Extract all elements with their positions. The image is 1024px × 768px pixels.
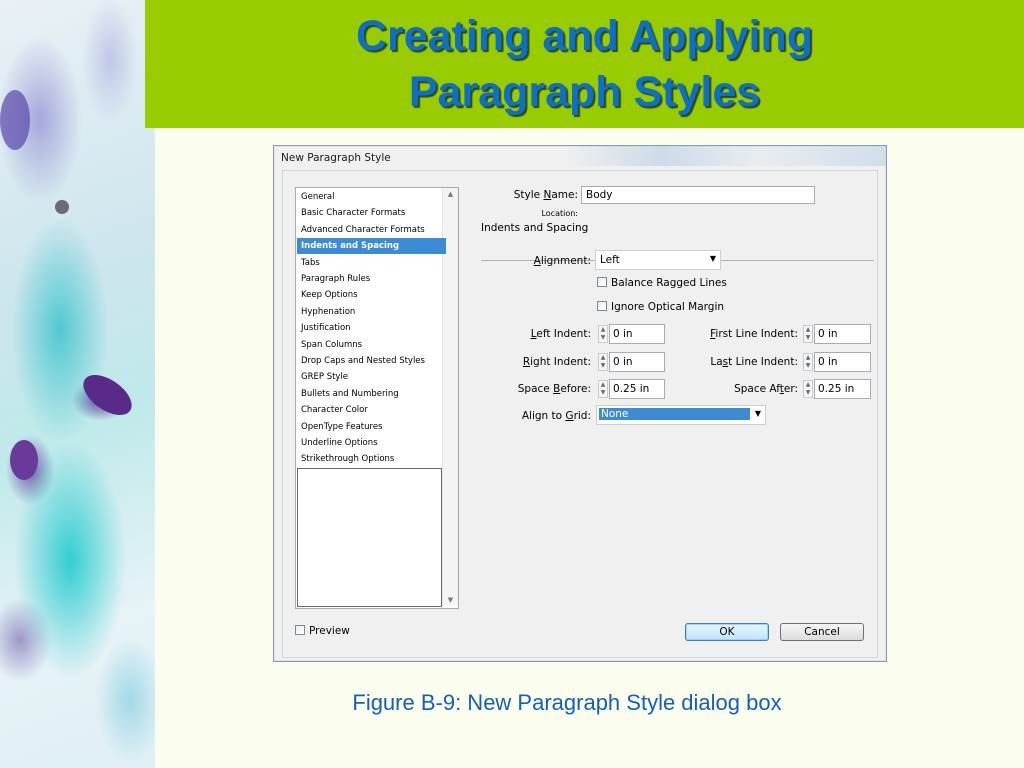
- category-item[interactable]: Strikethrough Options: [297, 451, 446, 467]
- window-title-bar-gradient: [564, 146, 886, 166]
- new-paragraph-style-dialog: New Paragraph Style ▲ ▼ General Basic Cha…: [273, 145, 887, 662]
- right-indent-label: Right Indent:: [522, 356, 591, 368]
- category-item[interactable]: Paragraph Rules: [297, 271, 446, 287]
- ok-button[interactable]: OK: [685, 623, 769, 641]
- paint-dot: [55, 200, 69, 214]
- preview-checkbox[interactable]: [295, 625, 305, 635]
- style-name-input[interactable]: Body: [581, 186, 815, 204]
- category-item[interactable]: Keep Options: [297, 287, 446, 303]
- category-list[interactable]: ▲ ▼ General Basic Character Formats Advanc…: [295, 187, 459, 609]
- balance-ragged-lines-label: Balance Ragged Lines: [611, 277, 727, 289]
- slide-title: Creating and Applying Paragraph Styles: [145, 8, 1024, 120]
- section-title: Indents and Spacing: [481, 222, 589, 234]
- category-item[interactable]: Underline Options: [297, 435, 446, 451]
- left-indent-input[interactable]: 0 in: [609, 324, 665, 344]
- category-item[interactable]: Tabs: [297, 255, 446, 271]
- space-after-input[interactable]: 0.25 in: [814, 379, 871, 399]
- paint-splash: [76, 366, 139, 424]
- style-name-label: Style Name:: [513, 189, 578, 201]
- decorative-watercolor-strip: [0, 0, 155, 768]
- align-to-grid-value: None: [599, 408, 750, 420]
- last-line-indent-input[interactable]: 0 in: [814, 352, 871, 372]
- alignment-dropdown[interactable]: Left ▼: [595, 250, 721, 270]
- figure-caption: Figure B-9: New Paragraph Style dialog b…: [352, 690, 782, 715]
- slide-title-line-1: Creating and Applying: [355, 12, 814, 60]
- category-item[interactable]: Character Color: [297, 402, 446, 418]
- space-after-label: Space After:: [734, 383, 798, 395]
- right-indent-stepper[interactable]: ▲ ▼: [598, 353, 608, 371]
- last-line-indent-stepper[interactable]: ▲ ▼: [803, 353, 813, 371]
- ignore-optical-margin-checkbox[interactable]: [597, 301, 607, 311]
- left-indent-label: Left Indent:: [530, 328, 591, 340]
- alignment-value: Left: [600, 254, 620, 266]
- category-item[interactable]: Basic Character Formats: [297, 205, 446, 221]
- category-item[interactable]: Indents and Spacing: [297, 238, 446, 255]
- dialog-body: ▲ ▼ General Basic Character Formats Advanc…: [282, 170, 878, 658]
- category-item[interactable]: General: [297, 189, 446, 205]
- category-item[interactable]: Hyphenation: [297, 304, 446, 320]
- right-indent-input[interactable]: 0 in: [609, 352, 665, 372]
- category-item[interactable]: GREP Style: [297, 369, 446, 385]
- first-line-indent-stepper[interactable]: ▲ ▼: [803, 325, 813, 343]
- align-to-grid-label: Align to Grid:: [521, 410, 591, 422]
- preview-label: Preview: [309, 625, 350, 637]
- category-item[interactable]: OpenType Features: [297, 419, 446, 435]
- space-before-input[interactable]: 0.25 in: [609, 379, 665, 399]
- dropdown-arrow-icon: ▼: [754, 409, 761, 418]
- balance-ragged-lines-checkbox[interactable]: [597, 277, 607, 287]
- first-line-indent-label: First Line Indent:: [710, 328, 798, 340]
- space-before-stepper[interactable]: ▲ ▼: [598, 380, 608, 398]
- location-label: Location:: [541, 209, 578, 218]
- scroll-down-arrow-icon[interactable]: ▼: [443, 594, 458, 606]
- last-line-indent-label: Last Line Indent:: [710, 356, 798, 368]
- left-indent-stepper[interactable]: ▲ ▼: [598, 325, 608, 343]
- category-item[interactable]: Justification: [297, 320, 446, 336]
- paint-splash: [10, 440, 38, 480]
- category-list-empty-area: [297, 468, 442, 607]
- first-line-indent-input[interactable]: 0 in: [814, 324, 871, 344]
- align-to-grid-dropdown[interactable]: None ▼: [596, 405, 766, 425]
- category-item[interactable]: Advanced Character Formats: [297, 222, 446, 238]
- dropdown-arrow-icon: ▼: [709, 254, 716, 263]
- category-item[interactable]: Drop Caps and Nested Styles: [297, 353, 446, 369]
- cancel-button[interactable]: Cancel: [780, 623, 864, 641]
- dialog-title: New Paragraph Style: [281, 152, 391, 164]
- slide-title-line-2: Paragraph Styles: [408, 68, 761, 116]
- category-item[interactable]: Bullets and Numbering: [297, 386, 446, 402]
- paint-splash: [0, 90, 30, 150]
- space-before-label: Space Before:: [517, 383, 591, 395]
- category-item[interactable]: Span Columns: [297, 337, 446, 353]
- ignore-optical-margin-label: Ignore Optical Margin: [611, 301, 725, 313]
- alignment-label: Alignment:: [533, 255, 591, 267]
- space-after-stepper[interactable]: ▲ ▼: [803, 380, 813, 398]
